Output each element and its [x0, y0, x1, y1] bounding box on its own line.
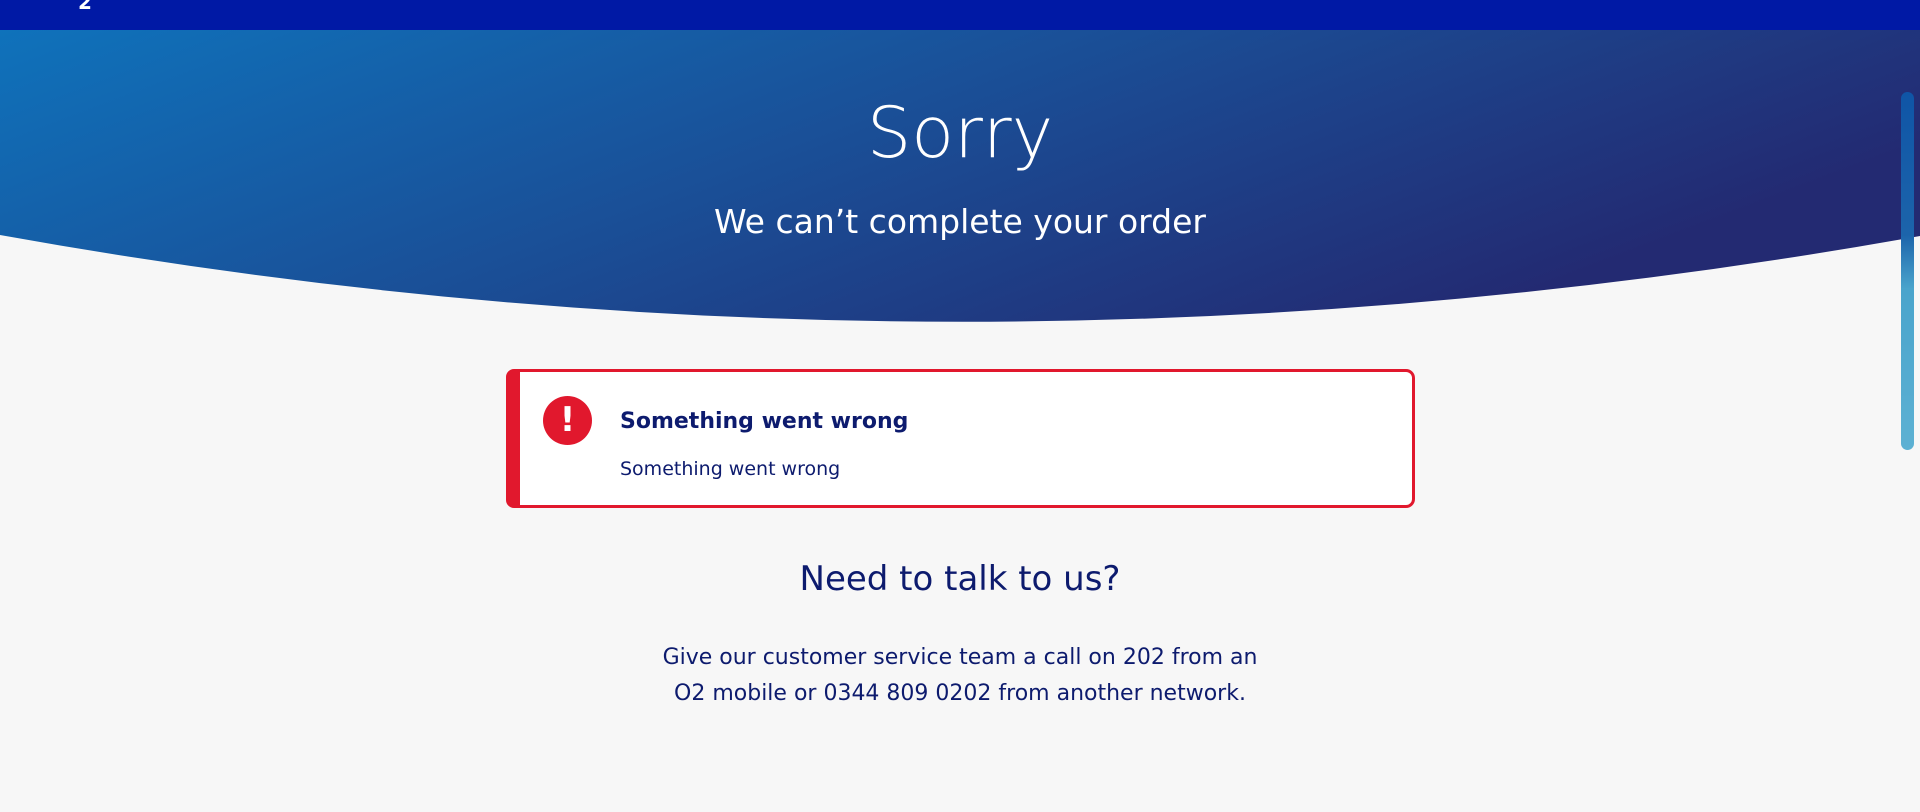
contact-line-2: O2 mobile or 0344 809 0202 from another …	[674, 681, 1246, 706]
scrollbar[interactable]	[1898, 30, 1920, 812]
o2-logo-icon[interactable]: 2	[78, 0, 92, 12]
scrollbar-thumb[interactable]	[1901, 92, 1914, 450]
error-message: Something went wrong	[620, 458, 841, 480]
error-alert: ! Something went wrong Something went wr…	[506, 369, 1415, 508]
exclamation-circle-icon: !	[543, 396, 592, 445]
page-title: Sorry	[866, 92, 1054, 174]
page-subtitle: We can’t complete your order	[713, 202, 1206, 241]
contact-text: Give our customer service team a call on…	[0, 640, 1920, 712]
page: 2 Sorry We can’t complete your order ! S…	[0, 0, 1920, 812]
contact-heading: Need to talk to us?	[799, 559, 1121, 599]
top-navigation-bar: 2	[0, 0, 1920, 30]
contact-line-1: Give our customer service team a call on…	[662, 645, 1258, 670]
error-title: Something went wrong	[620, 409, 909, 434]
hero-banner: Sorry We can’t complete your order	[0, 30, 1920, 322]
